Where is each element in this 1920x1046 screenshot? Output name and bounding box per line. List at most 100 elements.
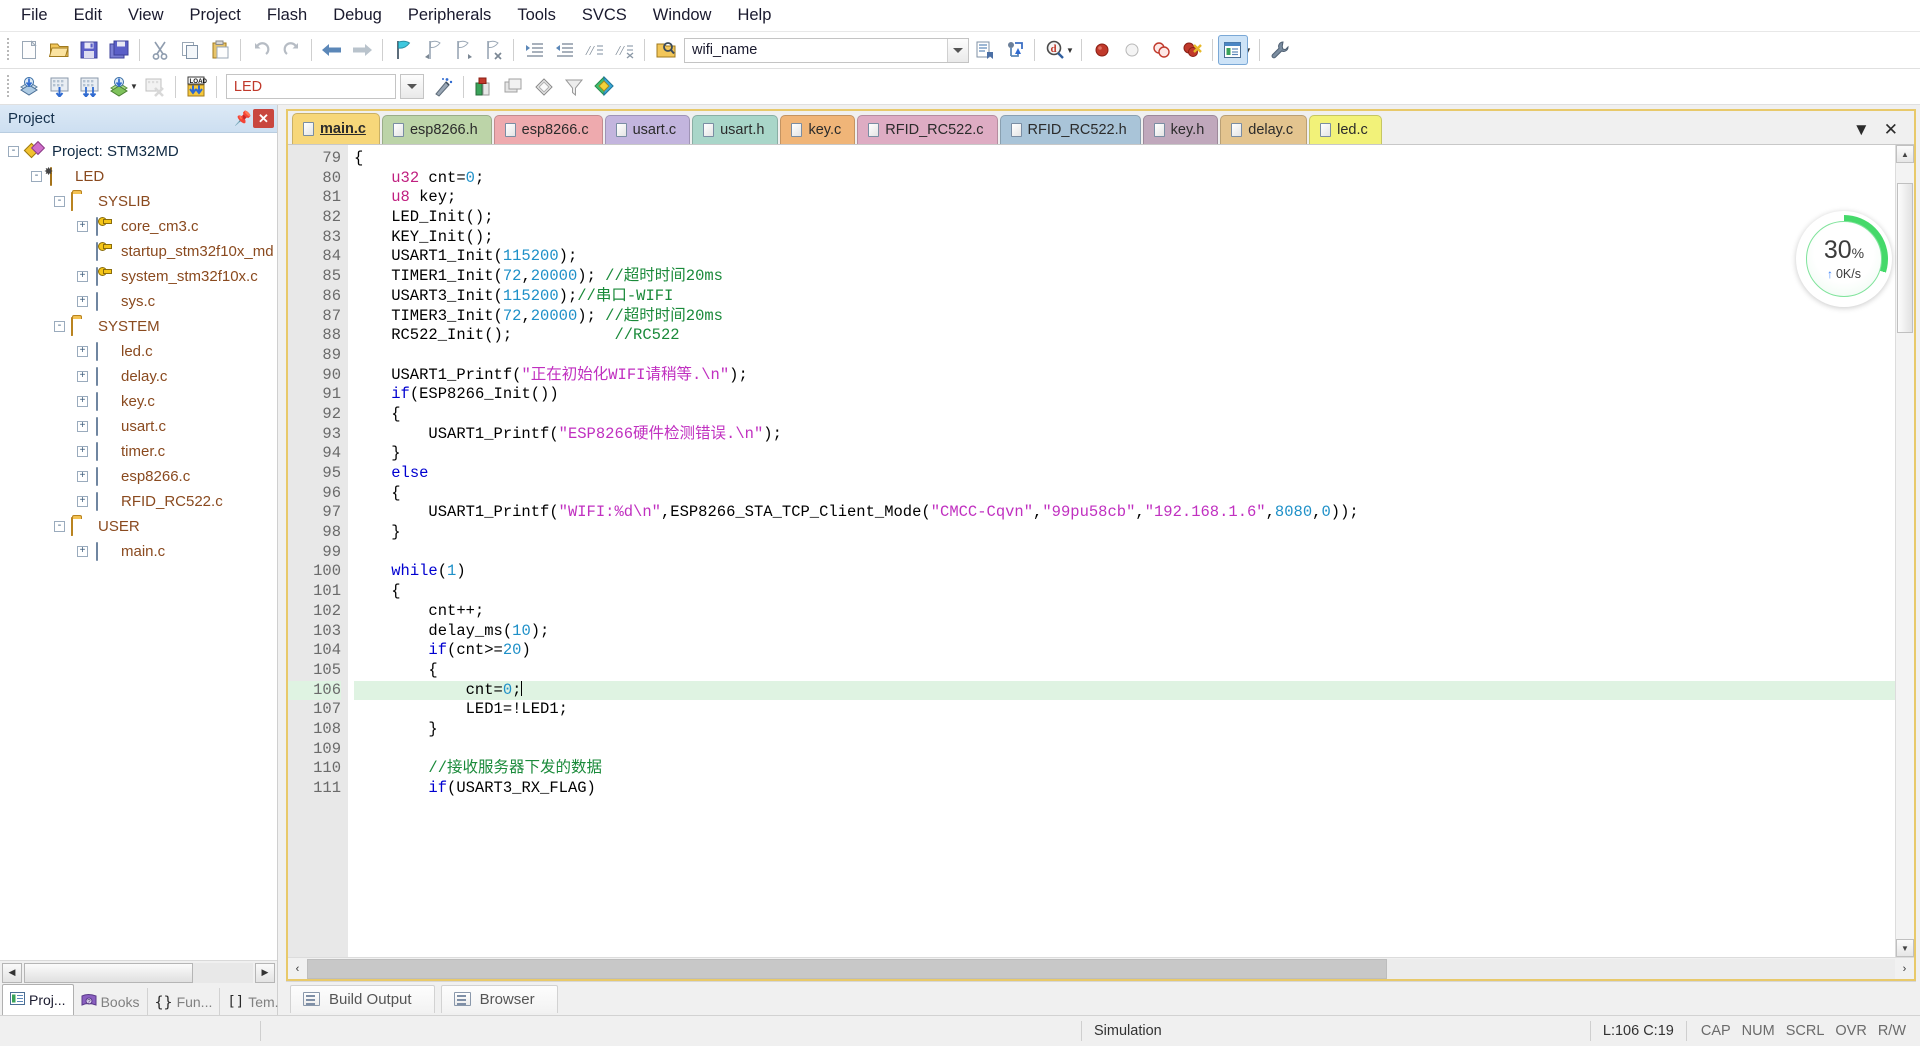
search-combo[interactable] xyxy=(684,38,969,63)
vscroll-thumb[interactable] xyxy=(1897,183,1913,333)
search-combo-dropdown-icon[interactable] xyxy=(947,39,968,62)
code-line[interactable]: u32 cnt=0; xyxy=(354,169,1895,189)
editor-hscroll-track[interactable] xyxy=(307,959,1895,979)
editor-tab-esp8266-h[interactable]: esp8266.h xyxy=(382,115,492,144)
breakpoint-disable-icon[interactable] xyxy=(1117,35,1147,65)
code-line[interactable] xyxy=(354,543,1895,563)
code-line[interactable]: cnt=0; xyxy=(354,681,1895,701)
editor-tab-usart-h[interactable]: usart.h xyxy=(692,115,778,144)
bookmark-next-icon[interactable] xyxy=(448,35,478,65)
search-input[interactable] xyxy=(685,39,947,62)
scroll-left-icon[interactable]: ◀ xyxy=(2,963,22,983)
menu-item-debug[interactable]: Debug xyxy=(320,2,395,29)
code-line[interactable]: TIMER3_Init(72,20000); //超时时间20ms xyxy=(354,307,1895,327)
code-line[interactable]: } xyxy=(354,444,1895,464)
tree-item-user[interactable]: -USER xyxy=(0,514,277,539)
hscroll-track[interactable] xyxy=(24,963,253,983)
dock-tab-browser[interactable]: Browser xyxy=(441,985,558,1013)
code-line[interactable]: if(USART3_RX_FLAG) xyxy=(354,779,1895,799)
vscroll-track[interactable] xyxy=(1896,163,1914,939)
new-file-icon[interactable] xyxy=(14,35,44,65)
expand-icon[interactable]: + xyxy=(77,421,88,432)
code-line[interactable]: else xyxy=(354,464,1895,484)
uncomment-lines-icon[interactable]: // xyxy=(609,35,639,65)
manage-project-items-icon[interactable] xyxy=(469,72,499,102)
network-speed-gauge[interactable]: 30% ↑ 0K/s xyxy=(1796,211,1892,307)
code-line[interactable]: LED1=!LED1; xyxy=(354,700,1895,720)
expand-icon[interactable]: + xyxy=(77,546,88,557)
code-line[interactable]: { xyxy=(354,582,1895,602)
editor-tab-led-c[interactable]: led.c xyxy=(1309,115,1382,144)
open-file-icon[interactable] xyxy=(44,35,74,65)
expand-icon[interactable]: + xyxy=(77,396,88,407)
editor-tab-rfid-rc522-c[interactable]: RFID_RC522.c xyxy=(857,115,997,144)
find-in-files-icon[interactable] xyxy=(650,35,680,65)
window-manager-icon[interactable] xyxy=(1218,35,1248,65)
goto-definition-icon[interactable] xyxy=(999,35,1029,65)
expand-icon[interactable]: + xyxy=(77,496,88,507)
close-document-icon[interactable]: ✕ xyxy=(1884,120,1898,140)
menu-item-project[interactable]: Project xyxy=(177,2,254,29)
tree-item-project-stm32md[interactable]: -Project: STM32MD xyxy=(0,139,277,164)
tree-item-delay-c[interactable]: +delay.c xyxy=(0,364,277,389)
code-line[interactable] xyxy=(354,346,1895,366)
code-line[interactable]: cnt++; xyxy=(354,602,1895,622)
copy-icon[interactable] xyxy=(175,35,205,65)
scroll-right-icon[interactable]: ▶ xyxy=(255,963,275,983)
project-tree-hscrollbar[interactable]: ◀ ▶ xyxy=(0,960,277,984)
code-line[interactable]: } xyxy=(354,720,1895,740)
collapse-icon[interactable]: - xyxy=(31,171,42,182)
expand-icon[interactable]: + xyxy=(77,346,88,357)
code-line[interactable]: USART1_Printf("WIFI:%d\n",ESP8266_STA_TC… xyxy=(354,503,1895,523)
collapse-icon[interactable]: - xyxy=(8,146,19,157)
pin-icon[interactable]: 📌 xyxy=(233,110,253,127)
code-line[interactable]: USART1_Printf("ESP8266硬件检测错误.\n"); xyxy=(354,425,1895,445)
breakpoint-disable-all-icon[interactable] xyxy=(1147,35,1177,65)
tree-item-rfid-rc522-c[interactable]: +RFID_RC522.c xyxy=(0,489,277,514)
project-tab-proj[interactable]: Proj... xyxy=(2,984,74,1015)
code-line[interactable]: LED_Init(); xyxy=(354,208,1895,228)
menu-item-svcs[interactable]: SVCS xyxy=(569,2,640,29)
tree-item-esp8266-c[interactable]: +esp8266.c xyxy=(0,464,277,489)
target-options-icon[interactable] xyxy=(428,72,458,102)
collapse-icon[interactable]: - xyxy=(54,521,65,532)
tree-item-led[interactable]: -LED xyxy=(0,164,277,189)
undo-icon[interactable] xyxy=(246,35,276,65)
editor-hscroll-thumb[interactable] xyxy=(307,959,1387,979)
menu-item-peripherals[interactable]: Peripherals xyxy=(395,2,504,29)
stop-build-icon[interactable] xyxy=(140,72,170,102)
menu-item-flash[interactable]: Flash xyxy=(254,2,320,29)
navigate-back-icon[interactable] xyxy=(317,35,347,65)
tree-item-key-c[interactable]: +key.c xyxy=(0,389,277,414)
tree-item-sys-c[interactable]: +sys.c xyxy=(0,289,277,314)
bookmark-clear-icon[interactable] xyxy=(478,35,508,65)
save-all-icon[interactable] xyxy=(104,35,134,65)
expand-icon[interactable]: + xyxy=(77,221,88,232)
editor-vscrollbar[interactable]: ▲ ▼ xyxy=(1895,145,1914,957)
bookmark-list-icon[interactable] xyxy=(969,35,999,65)
expand-icon[interactable]: + xyxy=(77,471,88,482)
project-tab-books[interactable]: ?Books xyxy=(74,988,148,1015)
code-line[interactable]: if(cnt>=20) xyxy=(354,641,1895,661)
breakpoint-insert-icon[interactable] xyxy=(1087,35,1117,65)
code-line[interactable]: if(ESP8266_Init()) xyxy=(354,385,1895,405)
tree-item-syslib[interactable]: -SYSLIB xyxy=(0,189,277,214)
batch-build-icon[interactable] xyxy=(104,72,134,102)
build-target-icon[interactable] xyxy=(44,72,74,102)
bookmark-toggle-icon[interactable] xyxy=(388,35,418,65)
tree-item-system-stm32f10x-c[interactable]: +system_stm32f10x.c xyxy=(0,264,277,289)
code-line[interactable]: USART1_Printf("正在初始化WIFI请稍等.\n"); xyxy=(354,366,1895,386)
menu-item-file[interactable]: File xyxy=(8,2,61,29)
code-text[interactable]: { u32 cnt=0; u8 key; LED_Init(); KEY_Ini… xyxy=(348,145,1895,957)
toolbar-grip-2[interactable] xyxy=(4,75,12,99)
code-line[interactable] xyxy=(354,740,1895,760)
code-line[interactable]: RC522_Init(); //RC522 xyxy=(354,326,1895,346)
hscroll-thumb[interactable] xyxy=(24,963,193,983)
menu-item-edit[interactable]: Edit xyxy=(61,2,115,29)
pack-installer-icon[interactable] xyxy=(499,72,529,102)
paste-icon[interactable] xyxy=(205,35,235,65)
tree-item-led-c[interactable]: +led.c xyxy=(0,339,277,364)
code-line[interactable]: { xyxy=(354,484,1895,504)
tree-item-timer-c[interactable]: +timer.c xyxy=(0,439,277,464)
navigate-forward-icon[interactable] xyxy=(347,35,377,65)
